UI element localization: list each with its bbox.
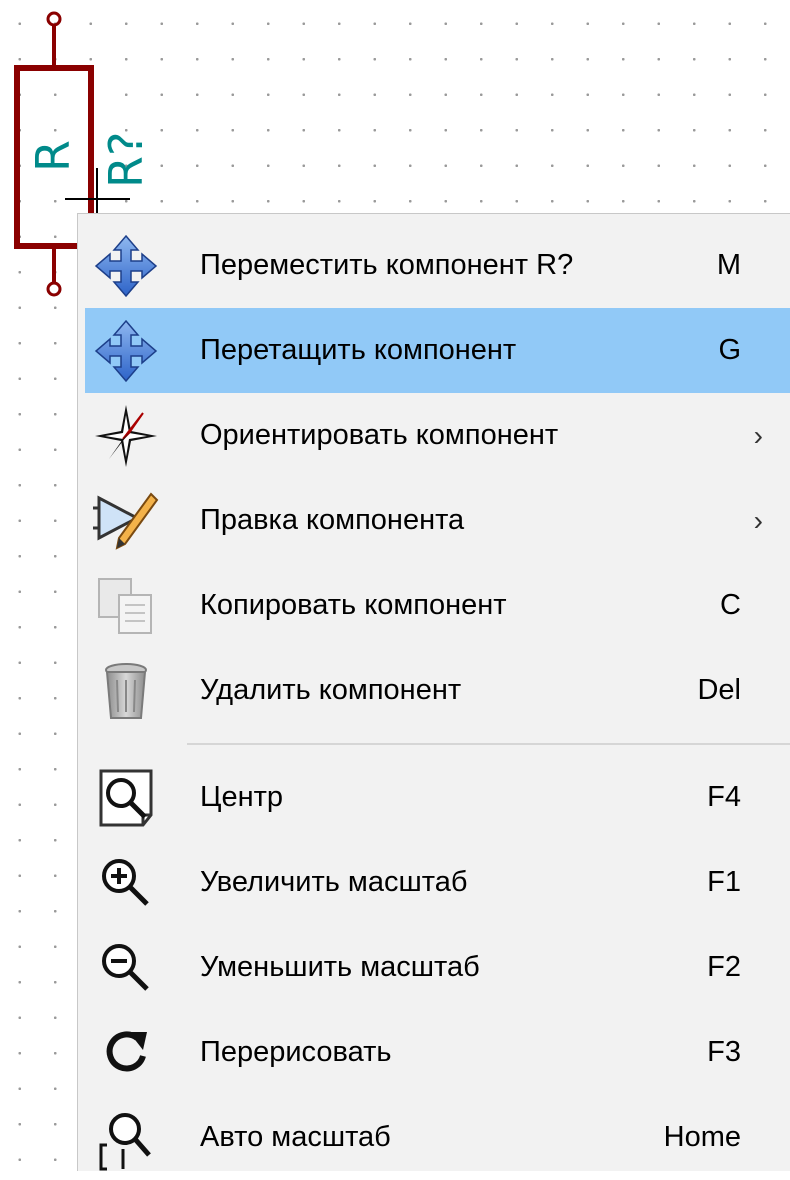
menu-item-label: Удалить компонент — [200, 674, 462, 706]
submenu-arrow-icon: › — [753, 504, 763, 536]
menu-item-zoom-out[interactable]: Уменьшить масштаб F2 — [85, 925, 790, 1010]
submenu-arrow-icon: › — [753, 419, 763, 451]
menu-item-label: Уменьшить масштаб — [200, 951, 480, 983]
edit-component-icon — [93, 488, 159, 554]
menu-item-label: Перерисовать — [200, 1036, 392, 1068]
drag-icon — [93, 318, 159, 384]
menu-item-shortcut: F3 — [707, 1036, 741, 1068]
menu-item-zoom-auto[interactable]: Авто масштаб Home — [85, 1095, 790, 1180]
menu-item-shortcut: M — [716, 249, 741, 281]
component-reference-text: R? — [99, 131, 153, 188]
menu-item-zoom-in[interactable]: Увеличить масштаб F1 — [85, 840, 790, 925]
zoom-auto-icon — [93, 1105, 159, 1171]
copy-icon — [93, 573, 159, 639]
move-icon — [93, 233, 159, 299]
menu-item-shortcut: F1 — [707, 866, 741, 898]
menu-item-label: Увеличить масштаб — [200, 866, 468, 898]
menu-item-label: Переместить компонент R? — [200, 249, 574, 281]
zoom-in-icon — [93, 850, 159, 916]
menu-item-label: Копировать компонент — [200, 589, 507, 621]
menu-item-redraw[interactable]: Перерисовать F3 — [85, 1010, 790, 1095]
menu-separator — [85, 733, 790, 755]
component-value-text: R — [26, 140, 80, 172]
menu-item-shortcut: F2 — [707, 951, 741, 983]
menu-item-delete-component[interactable]: Удалить компонент Del — [85, 648, 790, 733]
menu-item-label: Авто масштаб — [200, 1121, 391, 1153]
menu-item-label: Правка компонента — [200, 504, 465, 536]
context-menu: Переместить компонент R? M Перетащить ко… — [77, 213, 790, 1171]
menu-item-shortcut: G — [718, 334, 741, 366]
menu-item-shortcut: Home — [663, 1121, 741, 1153]
menu-item-edit-component[interactable]: Правка компонента › — [85, 478, 790, 563]
zoom-center-icon — [93, 765, 159, 831]
menu-item-label: Центр — [200, 781, 284, 813]
menu-item-drag-component[interactable]: Перетащить компонент G — [85, 308, 790, 393]
redraw-icon — [93, 1020, 159, 1086]
menu-item-label: Ориентировать компонент — [200, 419, 559, 451]
orient-icon — [93, 403, 159, 469]
menu-item-move-component[interactable]: Переместить компонент R? M — [85, 223, 790, 308]
menu-item-shortcut: F4 — [707, 781, 741, 813]
menu-item-orient-component[interactable]: Ориентировать компонент › — [85, 393, 790, 478]
zoom-out-icon — [93, 935, 159, 1001]
menu-item-copy-component[interactable]: Копировать компонент C — [85, 563, 790, 648]
menu-item-zoom-center[interactable]: Центр F4 — [85, 755, 790, 840]
menu-item-label: Перетащить компонент — [200, 334, 517, 366]
menu-item-shortcut: Del — [697, 674, 741, 706]
menu-item-shortcut: C — [720, 589, 741, 621]
delete-icon — [93, 658, 159, 724]
